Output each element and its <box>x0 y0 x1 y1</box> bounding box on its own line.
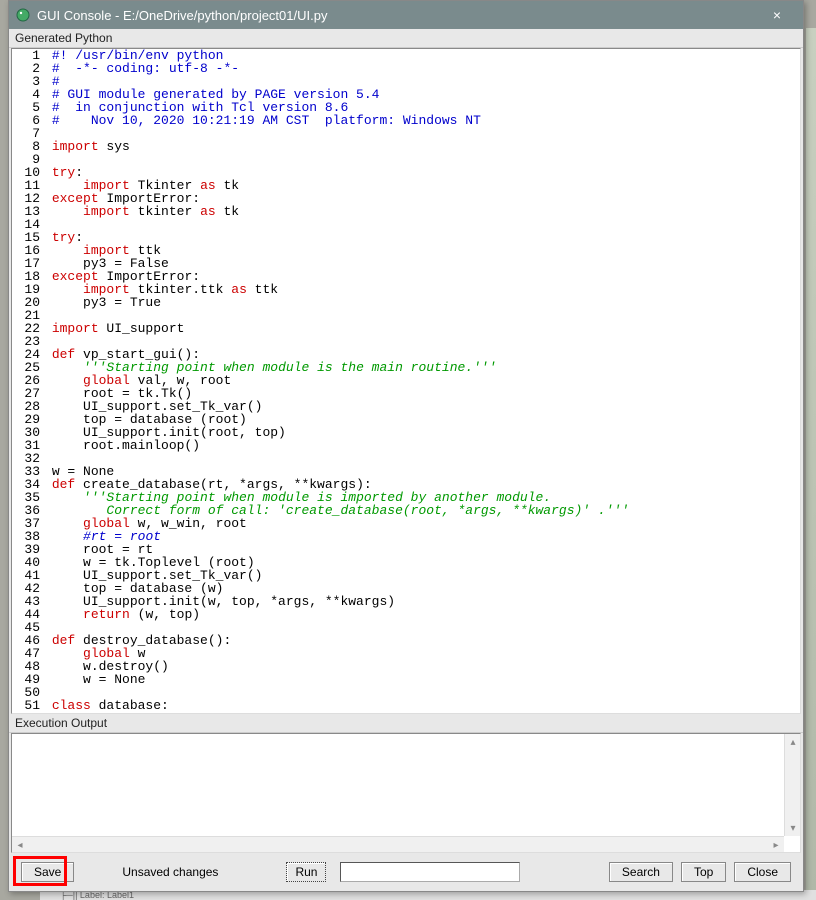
line-body[interactable]: # -*- coding: utf-8 -*- <box>44 62 239 75</box>
search-input[interactable] <box>340 862 520 882</box>
code-line[interactable]: 32 <box>12 452 800 465</box>
code-line[interactable]: 31 root.mainloop() <box>12 439 800 452</box>
code-line[interactable]: 2 # -*- coding: utf-8 -*- <box>12 62 800 75</box>
output-section: ▴ ▾ ◂ ▸ <box>11 733 801 853</box>
code-line[interactable]: 49 w = None <box>12 673 800 686</box>
code-line[interactable]: 14 <box>12 218 800 231</box>
line-number: 51 <box>12 699 44 712</box>
window-close-button[interactable]: × <box>757 1 797 29</box>
code-line[interactable]: 20 py3 = True <box>12 296 800 309</box>
output-scrollbar-horizontal[interactable]: ◂ ▸ <box>12 836 784 852</box>
scroll-down-icon[interactable]: ▾ <box>785 820 801 836</box>
bottom-toolbar: Save Unsaved changes Run Search Top Clos… <box>9 853 803 891</box>
code-line[interactable]: 7 <box>12 127 800 140</box>
code-line[interactable]: 44 return (w, top) <box>12 608 800 621</box>
run-button[interactable]: Run <box>286 862 326 882</box>
code-line[interactable]: 22 import UI_support <box>12 322 800 335</box>
line-body[interactable]: class database: <box>44 699 169 712</box>
scroll-right-icon[interactable]: ▸ <box>768 837 784 853</box>
app-icon <box>15 7 31 23</box>
line-body[interactable]: root.mainloop() <box>44 439 200 452</box>
code-line[interactable]: 9 <box>12 153 800 166</box>
line-body[interactable]: return (w, top) <box>44 608 200 621</box>
window-title: GUI Console - E:/OneDrive/python/project… <box>37 8 757 23</box>
background-strip <box>806 28 816 900</box>
scroll-up-icon[interactable]: ▴ <box>785 734 801 750</box>
line-body[interactable]: w = None <box>44 673 145 686</box>
close-button[interactable]: Close <box>734 862 791 882</box>
line-body[interactable]: py3 = True <box>44 296 161 309</box>
code-line[interactable]: 13 import tkinter as tk <box>12 205 800 218</box>
generated-python-label: Generated Python <box>9 29 803 48</box>
execution-output-label: Execution Output <box>9 714 803 733</box>
code-area: 1 #! /usr/bin/env python2 # -*- coding: … <box>11 48 801 714</box>
line-body[interactable]: # Nov 10, 2020 10:21:19 AM CST platform:… <box>44 114 481 127</box>
code-line[interactable]: 6 # Nov 10, 2020 10:21:19 AM CST platfor… <box>12 114 800 127</box>
code-content[interactable]: 1 #! /usr/bin/env python2 # -*- coding: … <box>12 49 800 712</box>
top-button[interactable]: Top <box>681 862 726 882</box>
code-scroll[interactable]: 1 #! /usr/bin/env python2 # -*- coding: … <box>12 49 800 713</box>
output-box[interactable]: ▴ ▾ ◂ ▸ <box>11 733 801 853</box>
scroll-left-icon[interactable]: ◂ <box>12 837 28 853</box>
line-body[interactable]: import UI_support <box>44 322 184 335</box>
output-scrollbar-vertical[interactable]: ▴ ▾ <box>784 734 800 836</box>
unsaved-status: Unsaved changes <box>122 865 218 879</box>
line-body[interactable]: import sys <box>44 140 130 153</box>
titlebar[interactable]: GUI Console - E:/OneDrive/python/project… <box>9 1 803 29</box>
gui-console-window: GUI Console - E:/OneDrive/python/project… <box>8 0 804 892</box>
code-line[interactable]: 8 import sys <box>12 140 800 153</box>
code-line[interactable]: 51 class database: <box>12 699 800 712</box>
line-body[interactable]: import tkinter as tk <box>44 205 239 218</box>
save-button[interactable]: Save <box>21 862 74 882</box>
search-button[interactable]: Search <box>609 862 673 882</box>
